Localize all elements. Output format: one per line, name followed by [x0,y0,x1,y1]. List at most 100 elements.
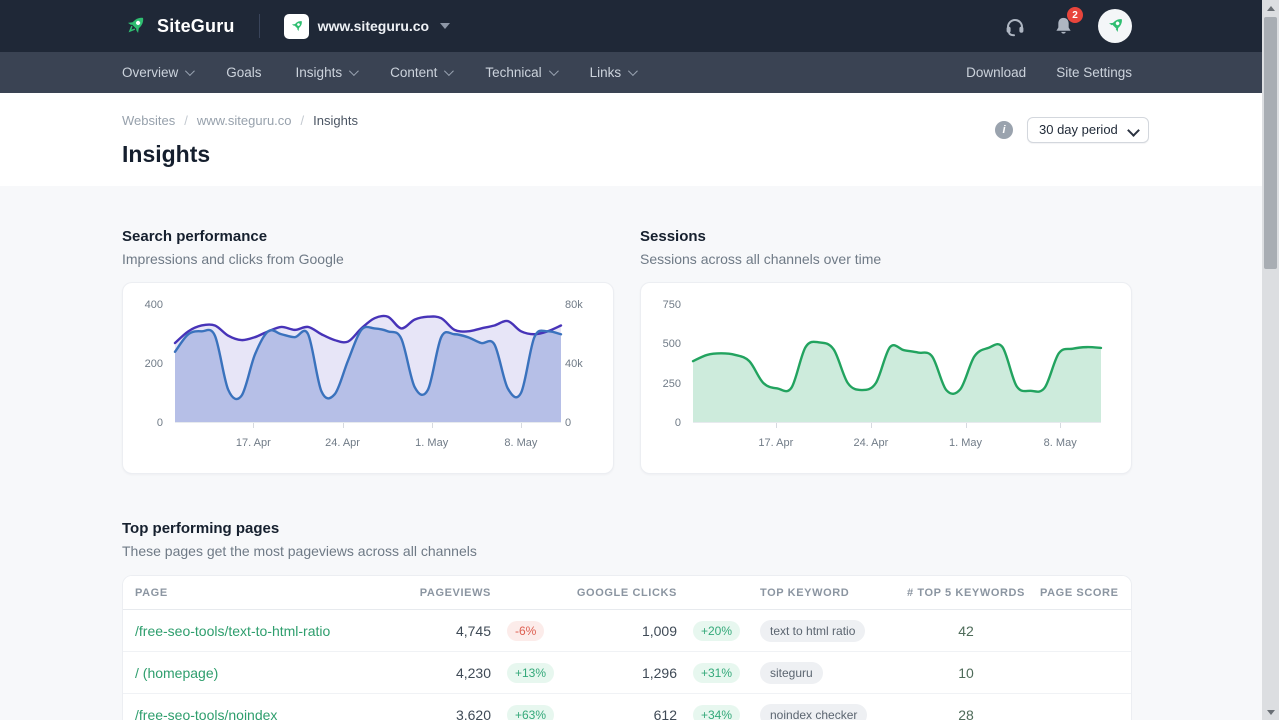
col-header-google-clicks: GOOGLE CLICKS [557,587,677,599]
page-link[interactable]: / (homepage) [135,665,415,681]
x-axis-tick: 17. Apr [236,437,271,449]
x-axis-tick: 8. May [504,437,537,449]
top-keyword-pill: text to html ratio [760,620,865,642]
table-row: /free-seo-tools/noindex 3,620 +63% 612 +… [123,694,1131,720]
top-header: SiteGuru www.siteguru.co [0,0,1279,52]
x-axis-tick: 1. May [415,437,448,449]
y-axis-tick-right: 0 [565,417,605,429]
main-nav: Overview Goals Insights Content Technica… [0,52,1279,93]
pageviews-change-badge: -6% [507,621,544,641]
page-link[interactable]: /free-seo-tools/text-to-html-ratio [135,623,415,639]
section-title: Sessions [640,228,1132,245]
period-select-wrap: 30 day period [1027,117,1149,143]
x-axis-tick: 1. May [949,437,982,449]
nav-item-download[interactable]: Download [966,65,1026,80]
scrollbar-thumb[interactable] [1264,17,1277,269]
nav-item-insights[interactable]: Insights [296,65,357,80]
nav-item-overview[interactable]: Overview [122,65,192,80]
top-pages-table: PAGE PAGEVIEWS GOOGLE CLICKS TOP KEYWORD… [122,575,1132,720]
clicks-change-badge: +20% [693,621,740,641]
area-chart-svg [175,305,561,422]
page-title: Insights [122,141,1149,168]
clicks-change-badge: +34% [693,705,740,720]
y-axis-tick: 750 [641,299,681,311]
pageviews-value: 4,745 [415,623,491,639]
col-header-top5-keywords: # TOP 5 KEYWORDS [897,587,1035,599]
y-axis-tick-right: 80k [565,299,605,311]
chevron-down-icon [185,66,195,76]
y-axis-tick: 200 [123,358,163,370]
y-axis-tick: 250 [641,378,681,390]
section-subtitle: Impressions and clicks from Google [122,251,614,267]
x-axis-tick: 24. Apr [325,437,360,449]
info-icon[interactable]: i [995,121,1013,139]
sessions-section: Sessions Sessions across all channels ov… [640,228,1132,474]
pageviews-change-badge: +63% [507,705,554,720]
pageviews-value: 3,620 [415,707,491,720]
y-axis-tick-right: 40k [565,358,605,370]
table-row: /free-seo-tools/text-to-html-ratio 4,745… [123,610,1131,652]
site-favicon [284,14,309,39]
nav-item-technical[interactable]: Technical [485,65,555,80]
chevron-down-icon [628,66,638,76]
search-performance-section: Search performance Impressions and click… [122,228,614,474]
notification-badge: 2 [1067,7,1083,23]
page-header: Websites / www.siteguru.co / Insights In… [0,93,1279,186]
nav-item-site-settings[interactable]: Site Settings [1056,65,1132,80]
section-subtitle: These pages get the most pageviews acros… [122,543,1132,559]
top-keyword-pill: siteguru [760,662,823,684]
y-axis-tick: 0 [641,417,681,429]
siteguru-logo-icon [122,13,148,39]
site-selector[interactable]: www.siteguru.co [284,14,451,39]
brand[interactable]: SiteGuru [122,13,235,39]
breadcrumb-insights: Insights [313,113,358,128]
vertical-scrollbar[interactable] [1262,0,1279,720]
top-keyword-pill: noindex checker [760,704,867,720]
plot-area [693,305,1101,423]
y-axis-tick: 500 [641,338,681,350]
nav-item-goals[interactable]: Goals [226,65,261,80]
brand-name: SiteGuru [157,16,235,37]
main-content: Search performance Impressions and click… [0,186,1279,720]
breadcrumb-site[interactable]: www.siteguru.co [197,113,292,128]
app-window: SiteGuru www.siteguru.co [0,0,1279,720]
site-name: www.siteguru.co [318,18,430,34]
top5-keywords-value: 10 [897,665,1035,681]
x-axis-tick: 8. May [1044,437,1077,449]
plot-area [175,305,561,423]
x-axis-tick: 24. Apr [853,437,888,449]
top5-keywords-value: 28 [897,707,1035,720]
section-title: Search performance [122,228,614,245]
chevron-down-icon [440,23,450,29]
google-clicks-value: 1,009 [557,623,677,639]
y-axis-tick: 400 [123,299,163,311]
nav-item-content[interactable]: Content [390,65,451,80]
y-axis-tick: 0 [123,417,163,429]
chevron-down-icon [549,66,559,76]
header-divider [259,14,260,38]
user-avatar[interactable] [1098,9,1132,43]
chevron-down-icon [444,66,454,76]
col-header-top-keyword: TOP KEYWORD [745,587,897,599]
notifications-bell-icon[interactable]: 2 [1050,13,1076,39]
nav-item-links[interactable]: Links [590,65,636,80]
google-clicks-value: 612 [557,707,677,720]
x-axis-tick: 17. Apr [758,437,793,449]
page-link[interactable]: /free-seo-tools/noindex [135,707,415,720]
section-title: Top performing pages [122,520,1132,537]
col-header-page-score: PAGE SCORE [1035,587,1121,599]
breadcrumb-websites[interactable]: Websites [122,113,175,128]
chevron-down-icon [349,66,359,76]
col-header-page: PAGE [135,587,415,599]
table-row: / (homepage) 4,230 +13% 1,296 +31% siteg… [123,652,1131,694]
pageviews-change-badge: +13% [507,663,554,683]
period-select[interactable]: 30 day period [1027,117,1149,143]
search-performance-chart: 400 200 0 80k 40k 0 17. Apr 24. Apr 1. M… [122,282,614,474]
scroll-down-button[interactable] [1262,704,1279,720]
scroll-up-button[interactable] [1262,0,1279,16]
top5-keywords-value: 42 [897,623,1035,639]
support-headset-icon[interactable] [1002,13,1028,39]
clicks-change-badge: +31% [693,663,740,683]
sessions-chart: 750 500 250 0 17. Apr 24. Apr 1. May 8. … [640,282,1132,474]
top-pages-section: Top performing pages These pages get the… [122,474,1132,720]
